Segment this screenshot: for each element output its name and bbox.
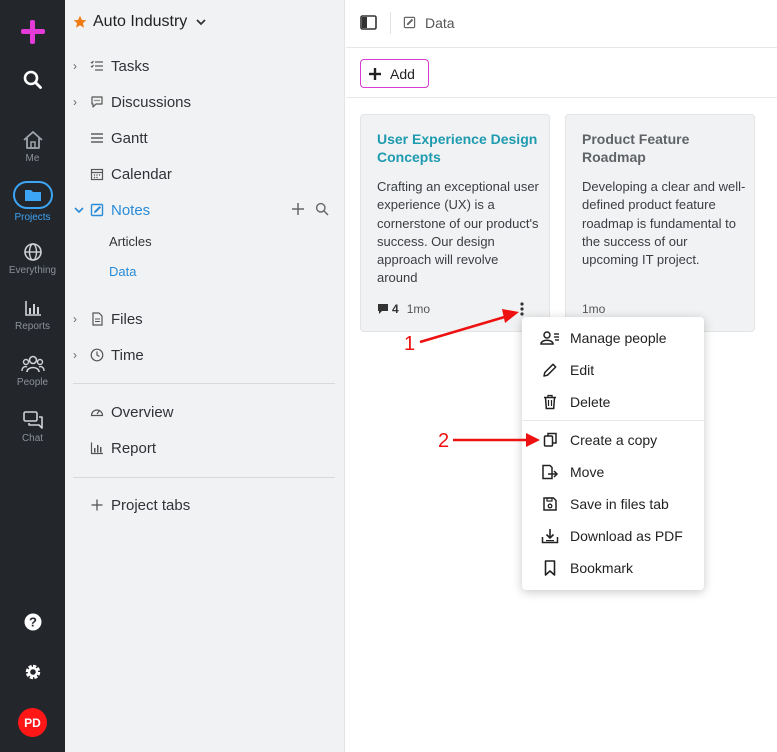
annotation-label-1: 1 [404, 333, 416, 355]
annotation-arrow-2 [453, 433, 540, 447]
annotation-arrows [419, 309, 540, 447]
annotation-label-2: 2 [438, 430, 450, 452]
annotation-arrow-1 [419, 309, 519, 344]
